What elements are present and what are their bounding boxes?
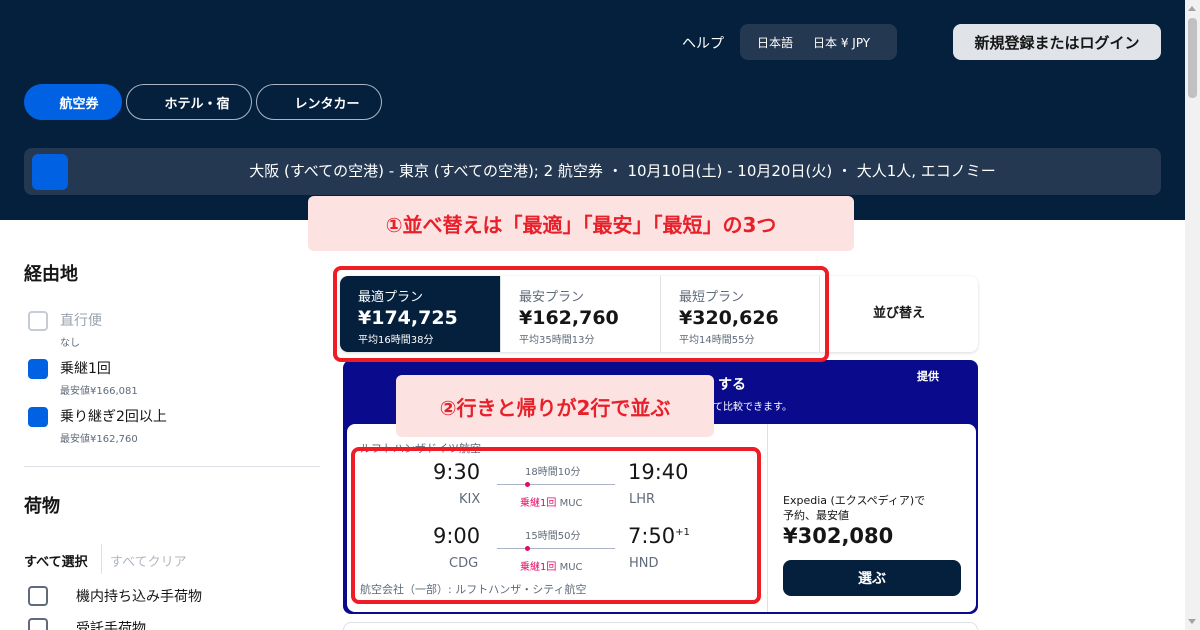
sort-by-button[interactable]: 並び替え: [820, 276, 978, 352]
booking-agent: Expedia (エクスペディア)で 予約、最安値: [783, 493, 925, 523]
cabin-bag-label: 機内持ち込み手荷物: [76, 589, 202, 605]
scroll-down-icon[interactable]: [1188, 619, 1196, 624]
result-price: ¥302,080: [783, 524, 894, 548]
two-plus-stops-label: 乗り継ぎ2回以上: [60, 409, 167, 425]
card-divider: [767, 424, 768, 612]
sponsored-provided-label: 提供: [917, 370, 939, 383]
sponsored-heading: する: [718, 377, 746, 393]
two-plus-stops-sub: 最安値¥162,760: [60, 434, 138, 445]
checked-bag-label: 受託手荷物: [76, 621, 146, 630]
checkbox-two-plus-stops[interactable]: [28, 407, 48, 427]
site-header: ヘルプ 日本語 日本 ¥ JPY 新規登録またはログイン 航空券 ホテル・宿 レ…: [0, 0, 1185, 220]
annotation-sort-note: ①並べ替えは「最適」「最安」「最短」の3つ: [308, 196, 854, 251]
locale-selector[interactable]: 日本語 日本 ¥ JPY: [740, 24, 897, 60]
scroll-thumb[interactable]: [1188, 18, 1197, 98]
agent-line-2: 予約、最安値: [783, 509, 849, 522]
scroll-up-icon[interactable]: [1188, 6, 1196, 11]
language-label: 日本語: [757, 35, 794, 50]
select-button[interactable]: 選ぶ: [783, 560, 961, 596]
tab-flights[interactable]: 航空券: [24, 84, 122, 120]
sponsored-subtext: て比較できます。: [713, 402, 792, 413]
plane-icon: [38, 99, 50, 108]
checkbox-checked-bag[interactable]: [28, 618, 48, 630]
tab-label: 航空券: [59, 96, 99, 112]
one-stop-sub: 最安値¥166,081: [60, 386, 138, 397]
nonstop-sub: なし: [60, 338, 80, 349]
tab-label: ホテル・宿: [164, 96, 230, 112]
one-stop-label: 乗継1回: [60, 361, 111, 377]
select-all-link[interactable]: すべて選択: [24, 551, 88, 570]
nonstop-label: 直行便: [60, 313, 102, 329]
checkbox-nonstop[interactable]: [28, 311, 48, 331]
next-result-card[interactable]: [343, 622, 978, 630]
region-currency-label: 日本 ¥ JPY: [813, 35, 871, 50]
baggage-filter-title: 荷物: [24, 496, 60, 517]
filters-sidebar: 経由地 直行便 なし 乗継1回 最安値¥166,081 乗り継ぎ2回以上 最安値…: [24, 220, 320, 630]
car-icon: [271, 102, 281, 106]
search-summary-bar[interactable]: 大阪 (すべての空港) - 東京 (すべての空港); 2 航空券 ・ 10月10…: [24, 148, 1161, 195]
legs-highlight-box: [351, 447, 761, 604]
clear-all-link[interactable]: すべてクリア: [110, 551, 187, 570]
checkbox-cabin-bag[interactable]: [28, 586, 48, 606]
search-icon[interactable]: [32, 154, 68, 190]
filter-divider: [24, 466, 320, 467]
page-scrollbar[interactable]: [1185, 0, 1200, 630]
link-separator: [101, 544, 102, 574]
agent-line-1: Expedia (エクスペディア)で: [783, 494, 926, 507]
tab-car-rental[interactable]: レンタカー: [256, 84, 382, 120]
annotation-legs-note: ②行きと帰りが2行で並ぶ: [396, 375, 714, 437]
help-link[interactable]: ヘルプ: [682, 33, 724, 53]
search-summary-text: 大阪 (すべての空港) - 東京 (すべての空港); 2 航空券 ・ 10月10…: [249, 162, 996, 180]
stops-filter-title: 経由地: [24, 264, 78, 285]
hotel-icon: [141, 101, 151, 107]
tab-label: レンタカー: [294, 96, 360, 112]
login-button[interactable]: 新規登録またはログイン: [953, 24, 1161, 60]
checkbox-one-stop[interactable]: [28, 359, 48, 379]
tab-hotels[interactable]: ホテル・宿: [126, 84, 252, 120]
sort-highlight-box: [333, 266, 829, 362]
